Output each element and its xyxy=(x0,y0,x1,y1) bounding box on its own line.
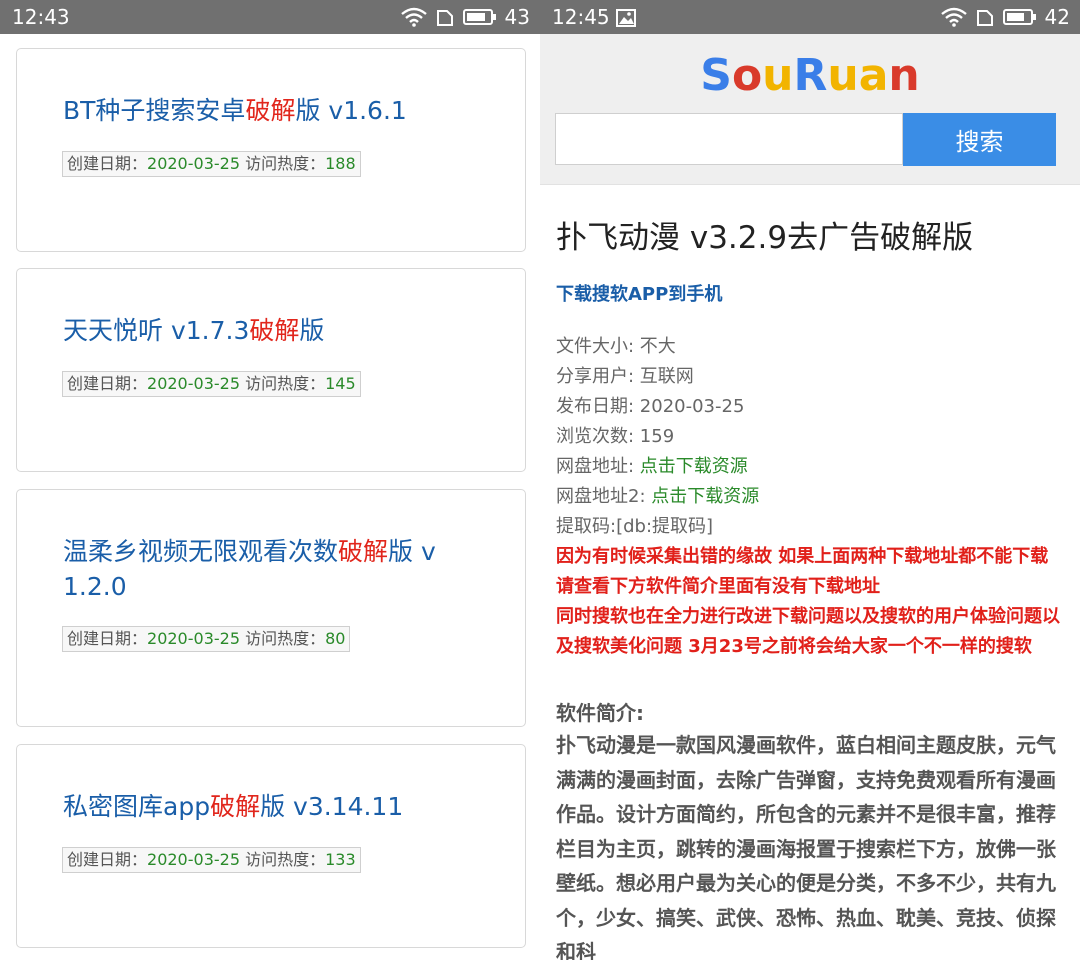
wifi-icon xyxy=(940,7,967,27)
item-meta: 创建日期：2020-03-25 访问热度：188 xyxy=(62,151,361,177)
file-size-row: 文件大小: 不大 xyxy=(556,332,1066,362)
logo-letter: R xyxy=(793,50,828,101)
title-text: 温柔乡视频无限观看次数 xyxy=(63,537,339,566)
logo-letter: a xyxy=(858,50,889,101)
download-app-link[interactable]: 下载搜软APP到手机 xyxy=(556,281,1066,309)
title-highlight: 破解 xyxy=(338,537,389,566)
date-value: 2020-03-25 xyxy=(147,850,240,869)
date-value: 2020-03-25 xyxy=(147,154,240,173)
battery-level: 42 xyxy=(1044,5,1070,29)
hits-label: 访问热度： xyxy=(240,850,326,869)
share-user-row: 分享用户: 互联网 xyxy=(556,362,1066,392)
download-link[interactable]: 点击下载资源 xyxy=(640,456,748,477)
hits-label: 访问热度： xyxy=(240,629,326,648)
intro-body: 扑飞动漫是一款国风漫画软件，蓝白相间主题皮肤，元气满满的漫画封面，去除广告弹窗，… xyxy=(556,733,1056,960)
views-value: 159 xyxy=(639,426,675,447)
item-title[interactable]: 天天悦听 v1.7.3破解版 xyxy=(63,313,485,348)
sim-card-icon xyxy=(976,10,993,26)
title-text: BT种子搜索安卓 xyxy=(63,96,246,125)
publish-date-value: 2020-03-25 xyxy=(639,396,745,417)
intro-heading: 软件简介: xyxy=(556,701,644,725)
file-size-value: 不大 xyxy=(639,336,676,357)
date-label: 创建日期： xyxy=(67,850,148,869)
item-meta: 创建日期：2020-03-25 访问热度：80 xyxy=(62,626,351,652)
left-screen: 12:43 43 BT种子搜索安卓破解版 v1.6.1 创建日期：2020-03… xyxy=(0,0,540,960)
title-text: 天天悦听 v1.7.3 xyxy=(63,316,250,345)
item-title[interactable]: 温柔乡视频无限观看次数破解版 v 1.2.0 xyxy=(63,534,485,604)
list-item[interactable]: 天天悦听 v1.7.3破解版 创建日期：2020-03-25 访问热度：145 xyxy=(16,268,526,472)
hits-value: 145 xyxy=(325,374,356,393)
download-link-2[interactable]: 点击下载资源 xyxy=(651,486,759,507)
site-logo[interactable]: SouRuan xyxy=(540,48,1080,104)
sim-card-icon xyxy=(436,10,453,26)
logo-letter: u xyxy=(827,50,859,101)
status-icons: 43 xyxy=(400,4,530,30)
date-value: 2020-03-25 xyxy=(147,629,240,648)
views-label: 浏览次数: xyxy=(556,426,640,447)
title-highlight: 破解 xyxy=(245,96,296,125)
disk-label: 网盘地址: xyxy=(556,456,640,477)
views-row: 浏览次数: 159 xyxy=(556,422,1066,452)
right-screen: 12:45 42 SouRuan 搜索 扑飞动漫 v3.2.9去广告破解版 下载… xyxy=(540,0,1080,960)
date-label: 创建日期： xyxy=(67,154,148,173)
battery-level: 43 xyxy=(504,5,530,29)
date-label: 创建日期： xyxy=(67,374,148,393)
hits-value: 188 xyxy=(325,154,356,173)
image-notification-icon xyxy=(616,9,636,27)
publish-date-label: 发布日期: xyxy=(556,396,640,417)
hits-value: 133 xyxy=(325,850,356,869)
title-text: 私密图库app xyxy=(63,792,211,821)
logo-letter: n xyxy=(888,50,920,101)
item-title[interactable]: 私密图库app破解版 v3.14.11 xyxy=(63,789,485,824)
publish-date-row: 发布日期: 2020-03-25 xyxy=(556,392,1066,422)
status-time: 12:43 xyxy=(12,5,70,29)
item-meta: 创建日期：2020-03-25 访问热度：145 xyxy=(62,371,361,397)
extract-code-row: 提取码:[db:提取码] xyxy=(556,516,714,537)
search-button[interactable]: 搜索 xyxy=(903,113,1056,166)
title-text: 版 xyxy=(299,316,325,345)
hits-label: 访问热度： xyxy=(240,154,326,173)
disk2-label: 网盘地址2: xyxy=(556,486,652,507)
search-input[interactable] xyxy=(555,113,903,165)
title-highlight: 破解 xyxy=(249,316,300,345)
battery-icon xyxy=(1002,9,1036,25)
disk2-row: 网盘地址2: 点击下载资源 xyxy=(556,482,1066,512)
logo-letter: u xyxy=(762,50,794,101)
date-label: 创建日期： xyxy=(67,629,148,648)
notice-1: 因为有时候采集出错的缘故 如果上面两种下载地址都不能下载 请查看下方软件简介里面… xyxy=(556,546,1049,597)
page-title: 扑飞动漫 v3.2.9去广告破解版 xyxy=(556,220,974,256)
share-user-value: 互联网 xyxy=(639,366,694,387)
notice-text: 因为有时候采集出错的缘故 如果上面两种下载地址都不能下载 请查看下方软件简介里面… xyxy=(556,542,1066,662)
hits-label: 访问热度： xyxy=(240,374,326,393)
disk-row: 网盘地址: 点击下载资源 xyxy=(556,452,1066,482)
title-text: 版 v1.6.1 xyxy=(295,96,407,125)
share-user-label: 分享用户: xyxy=(556,366,640,387)
title-text: 版 v3.14.11 xyxy=(260,792,404,821)
list-item[interactable]: BT种子搜索安卓破解版 v1.6.1 创建日期：2020-03-25 访问热度：… xyxy=(16,48,526,252)
list-item[interactable]: 私密图库app破解版 v3.14.11 创建日期：2020-03-25 访问热度… xyxy=(16,744,526,948)
status-time: 12:45 xyxy=(552,5,610,29)
item-meta: 创建日期：2020-03-25 访问热度：133 xyxy=(62,847,361,873)
logo-letter: o xyxy=(731,50,763,101)
status-icons: 42 xyxy=(940,4,1070,30)
status-bar: 12:43 43 xyxy=(0,0,540,34)
status-bar: 12:45 42 xyxy=(540,0,1080,34)
item-title[interactable]: BT种子搜索安卓破解版 v1.6.1 xyxy=(63,93,485,128)
hits-value: 80 xyxy=(325,629,346,648)
list-item[interactable]: 温柔乡视频无限观看次数破解版 v 1.2.0 创建日期：2020-03-25 访… xyxy=(16,489,526,727)
date-value: 2020-03-25 xyxy=(147,374,240,393)
logo-letter: S xyxy=(700,50,732,101)
wifi-icon xyxy=(400,7,427,27)
search-header: SouRuan 搜索 xyxy=(540,34,1080,185)
battery-icon xyxy=(462,9,496,25)
file-size-label: 文件大小: xyxy=(556,336,640,357)
title-highlight: 破解 xyxy=(210,792,261,821)
notice-2: 同时搜软也在全力进行改进下载问题以及搜软的用户体验问题以及搜软美化问题 3月23… xyxy=(556,606,1060,657)
